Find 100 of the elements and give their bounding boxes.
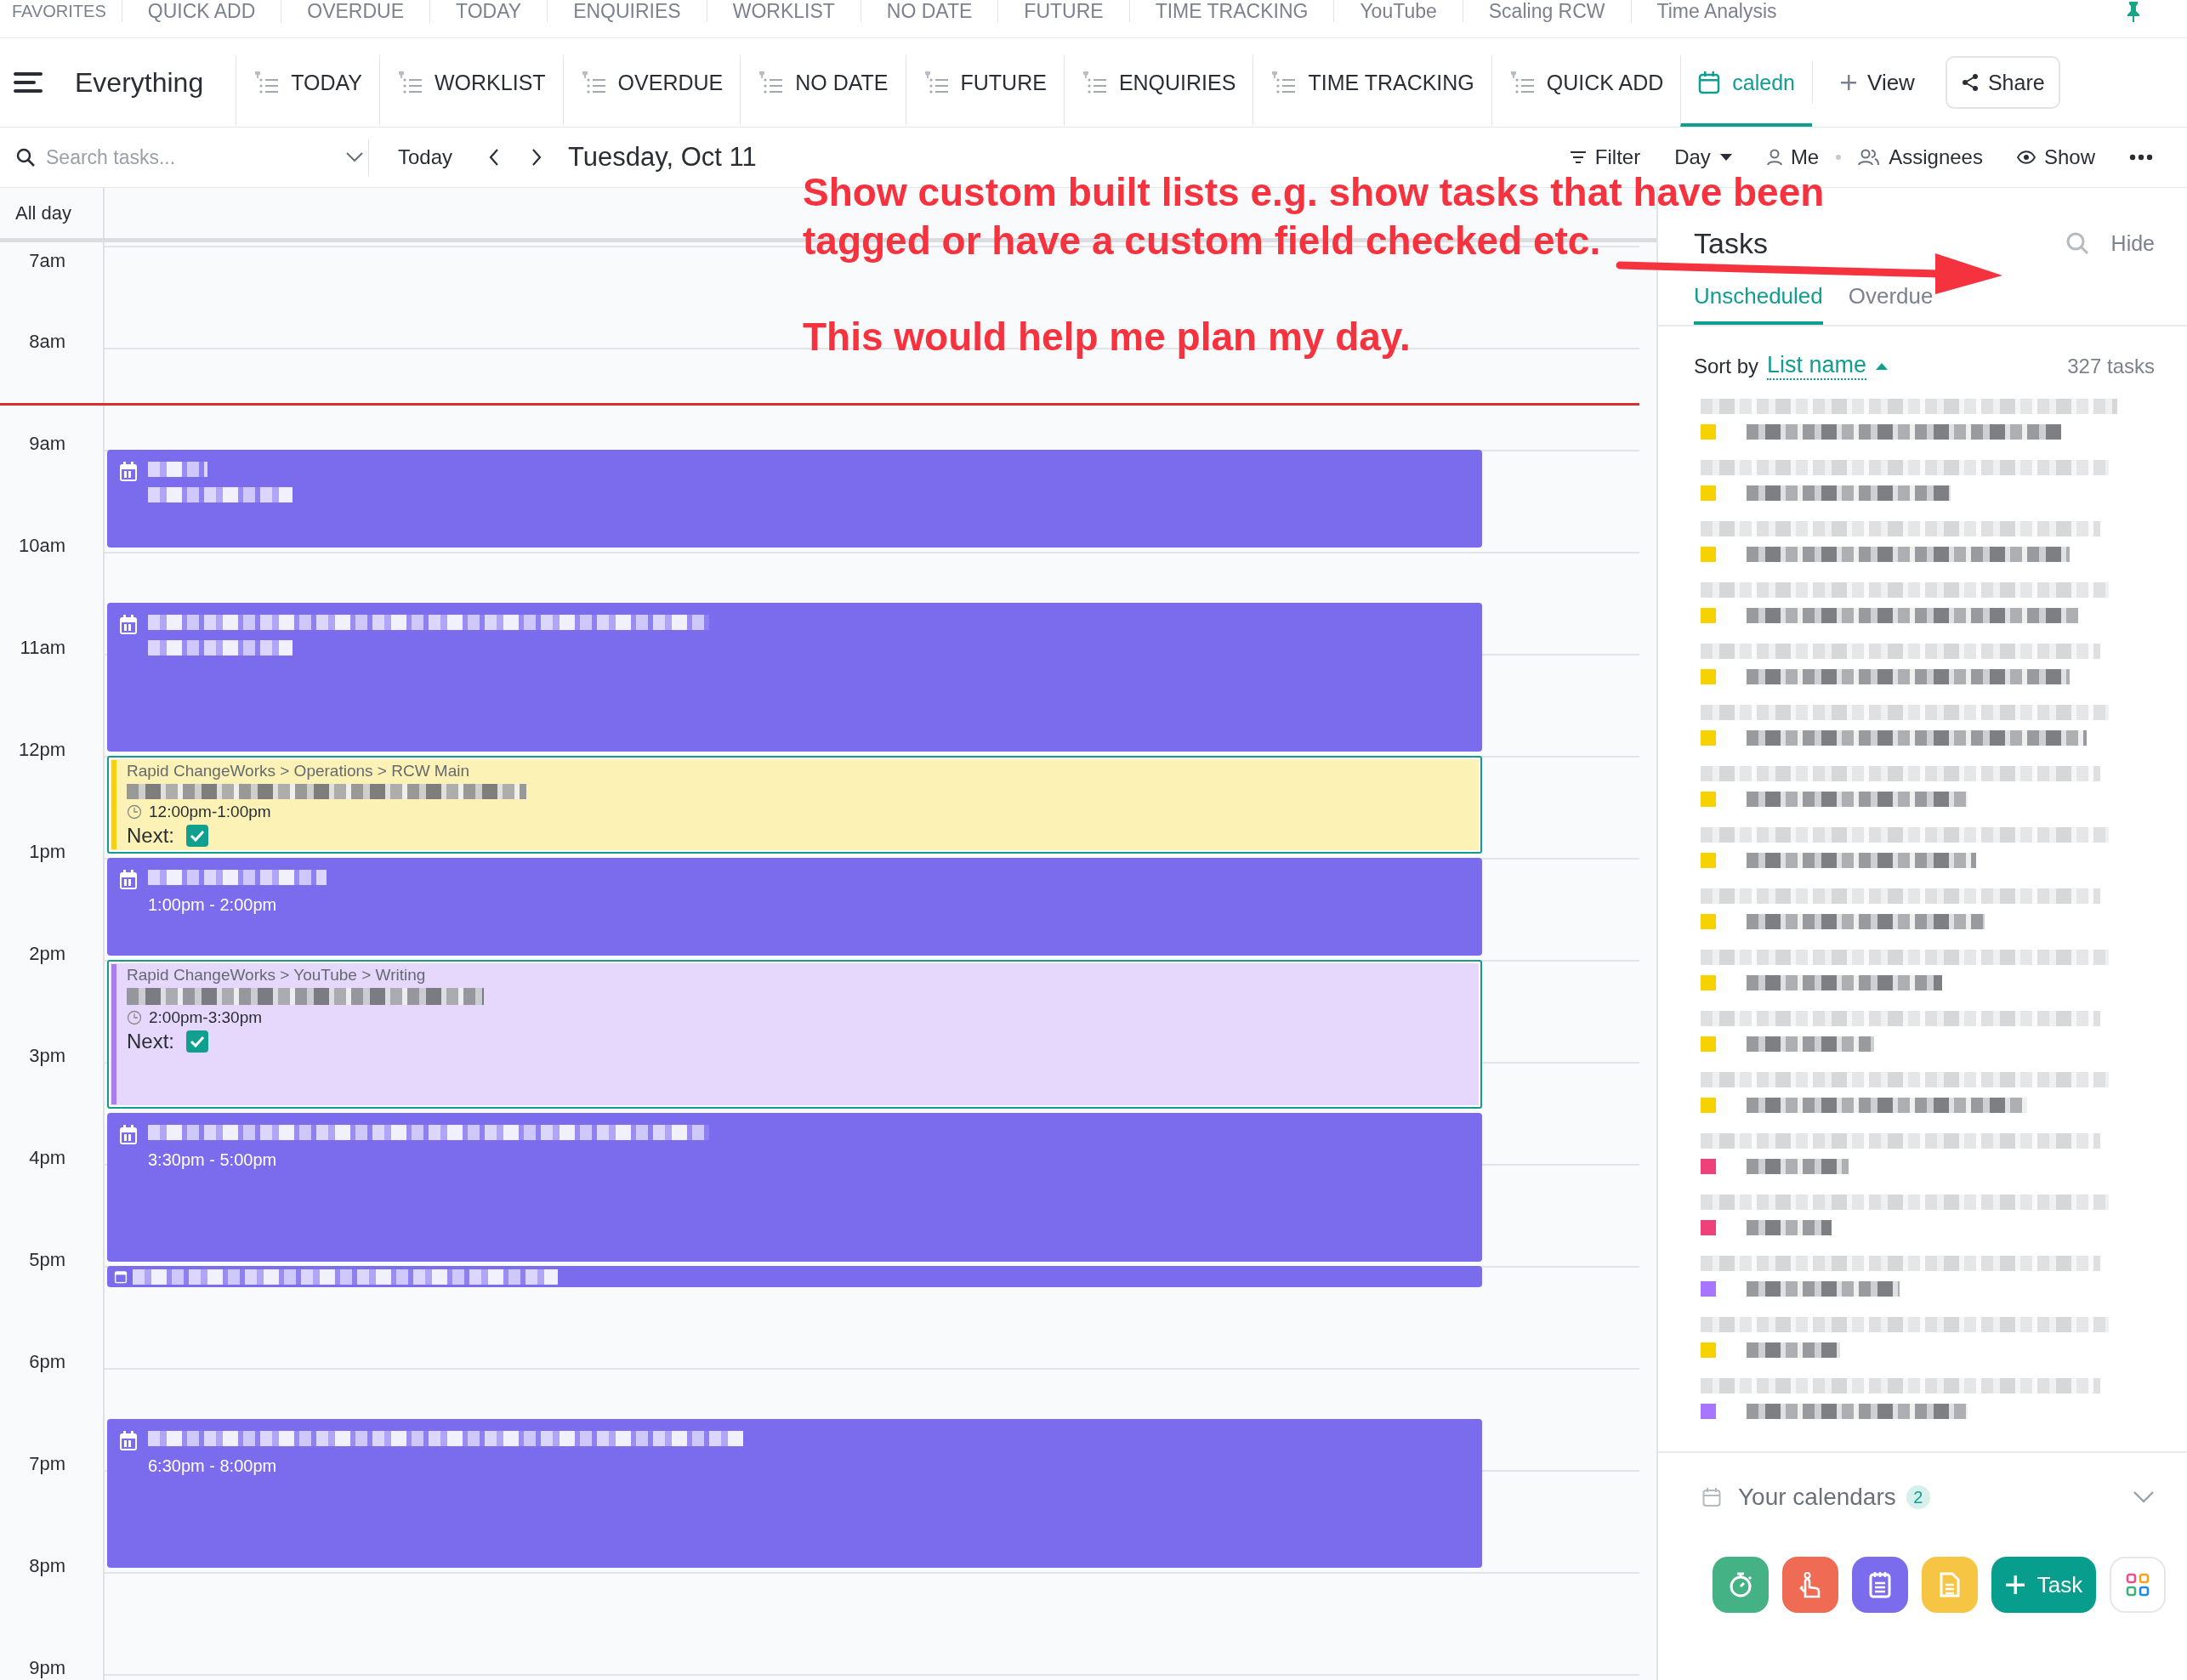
favorite-link[interactable]: NO DATE xyxy=(860,0,998,22)
task-card[interactable]: Rapid ChangeWorks > Operations > RCW Main 12:00pm-1:00pm Next: xyxy=(107,756,1482,854)
blurred-text[interactable] xyxy=(1747,1098,2027,1113)
calendar-event[interactable]: 6:30pm - 8:00pm xyxy=(107,1419,1482,1568)
reminder-button[interactable] xyxy=(1782,1557,1838,1613)
blurred-text[interactable] xyxy=(1747,1281,1900,1297)
blurred-text[interactable] xyxy=(1747,1404,1968,1419)
all-day-label: All day xyxy=(0,188,105,238)
view-tab[interactable]: OVERDUE xyxy=(562,54,741,127)
favorite-link[interactable]: YouTube xyxy=(1333,0,1463,22)
hide-link[interactable]: Hide xyxy=(2110,230,2155,256)
favorite-link[interactable]: Scaling RCW xyxy=(1462,0,1631,22)
blurred-text[interactable] xyxy=(1747,547,2070,562)
blurred-text[interactable] xyxy=(1747,853,1976,868)
hour-label: 7am xyxy=(29,251,65,271)
view-tab[interactable]: NO DATE xyxy=(740,54,906,127)
calendars-label[interactable]: Your calendars xyxy=(1738,1484,1896,1511)
calendar-event[interactable] xyxy=(107,1266,1482,1287)
view-tab[interactable]: caledn xyxy=(1680,54,1812,127)
checkbox[interactable] xyxy=(186,825,208,847)
more-icon[interactable] xyxy=(2129,154,2153,161)
blurred-text[interactable] xyxy=(1747,730,2087,746)
panel-tab[interactable]: Unscheduled xyxy=(1694,283,1823,325)
clock-icon xyxy=(127,804,142,820)
check-icon xyxy=(190,830,205,842)
favorite-link[interactable]: ENQUIRIES xyxy=(547,0,707,22)
blurred-text[interactable] xyxy=(1747,1036,1874,1052)
task-card[interactable]: Rapid ChangeWorks > YouTube > Writing 2:00pm-3:30pm Next: xyxy=(107,960,1482,1109)
eye-icon xyxy=(2016,150,2036,164)
favorite-link[interactable]: TIME TRACKING xyxy=(1128,0,1334,22)
share-button[interactable]: Share xyxy=(1945,56,2060,109)
favorite-link[interactable]: TODAY xyxy=(429,0,548,22)
hour-label: 11am xyxy=(20,638,65,658)
filter-icon xyxy=(1569,150,1587,164)
menu-icon[interactable] xyxy=(14,71,43,94)
task-path: Rapid ChangeWorks > YouTube > Writing xyxy=(127,967,427,984)
people-icon xyxy=(1858,149,1881,166)
view-tab[interactable]: FUTURE xyxy=(905,54,1064,127)
calendar-icon xyxy=(119,1125,138,1145)
favorite-link[interactable]: WORKLIST xyxy=(706,0,861,22)
add-view-button[interactable]: View xyxy=(1812,61,1946,104)
view-tab[interactable]: QUICK ADD xyxy=(1491,54,1681,127)
next-label: Next: xyxy=(127,1030,174,1053)
calendar-event[interactable] xyxy=(107,450,1482,548)
calendar-event[interactable]: 1:00pm - 2:00pm xyxy=(107,858,1482,956)
panel-title: Tasks xyxy=(1694,226,1769,260)
hour-label: 2pm xyxy=(29,944,65,964)
event-time: 6:30pm - 8:00pm xyxy=(148,1456,278,1475)
blurred-text[interactable] xyxy=(1747,608,2078,623)
blurred-text[interactable] xyxy=(1747,669,2070,684)
hour-label: 4pm xyxy=(29,1148,65,1168)
plus-icon xyxy=(2004,1575,2025,1595)
timer-button[interactable] xyxy=(1713,1557,1769,1613)
list-icon xyxy=(758,71,784,94)
blurred-text xyxy=(148,462,207,477)
person-icon xyxy=(1766,149,1782,166)
view-tab[interactable]: TIME TRACKING xyxy=(1253,54,1491,127)
blurred-text[interactable] xyxy=(1747,1159,1849,1174)
view-tab[interactable]: ENQUIRIES xyxy=(1063,54,1253,127)
panel-tab[interactable]: Overdue xyxy=(1848,283,1934,325)
list-icon xyxy=(397,71,423,94)
day-dropdown[interactable]: Day xyxy=(1657,145,1750,169)
task-path: Rapid ChangeWorks > Operations > RCW Main xyxy=(127,763,471,780)
notepad-button[interactable] xyxy=(1852,1557,1908,1613)
checkbox[interactable] xyxy=(186,1030,208,1053)
view-tab[interactable]: TODAY xyxy=(236,54,379,127)
count-badge: 2 xyxy=(1906,1485,1930,1509)
apps-button[interactable] xyxy=(2110,1557,2166,1613)
blurred-text[interactable] xyxy=(1747,424,2061,440)
search-field[interactable]: Search tasks... xyxy=(44,145,337,170)
blurred-text[interactable] xyxy=(1747,485,1951,501)
sort-field-link[interactable]: List name xyxy=(1767,352,1867,380)
hour-label: 9am xyxy=(29,434,65,454)
assignees-filter[interactable]: Assignees xyxy=(1841,145,2000,169)
calendar-icon xyxy=(119,1431,138,1451)
blurred-text[interactable] xyxy=(1747,1220,1832,1235)
favorite-link[interactable]: OVERDUE xyxy=(281,0,430,22)
blurred-text[interactable] xyxy=(1747,975,1942,990)
show-button[interactable]: Show xyxy=(1999,145,2112,169)
calendar-icon xyxy=(114,1269,128,1284)
sort-caret-icon xyxy=(1875,361,1889,371)
favorite-link[interactable]: FUTURE xyxy=(997,0,1129,22)
annotation-text: tagged or have a custom field checked etc. xyxy=(803,218,1601,264)
blurred-text[interactable] xyxy=(1747,914,1985,929)
new-task-button[interactable]: Task xyxy=(1991,1557,2096,1613)
event-time: 3:30pm - 5:00pm xyxy=(148,1150,278,1169)
calendar-event[interactable] xyxy=(107,603,1482,752)
chevron-down-icon[interactable] xyxy=(2133,1490,2155,1504)
calendar-event[interactable]: 3:30pm - 5:00pm xyxy=(107,1113,1482,1262)
favorite-link[interactable]: QUICK ADD xyxy=(121,0,281,22)
search-icon[interactable] xyxy=(2065,231,2089,255)
today-button[interactable]: Today xyxy=(369,145,474,169)
favorite-link[interactable]: Time Analysis xyxy=(1630,0,1803,22)
filter-button[interactable]: Filter xyxy=(1552,145,1658,169)
view-tab[interactable]: WORKLIST xyxy=(379,54,563,127)
me-filter[interactable]: Me xyxy=(1749,145,1837,169)
blurred-text[interactable] xyxy=(1747,1342,1840,1358)
task-time: 12:00pm-1:00pm xyxy=(149,803,271,820)
list-icon xyxy=(580,71,606,94)
blurred-text[interactable] xyxy=(1747,792,1968,807)
